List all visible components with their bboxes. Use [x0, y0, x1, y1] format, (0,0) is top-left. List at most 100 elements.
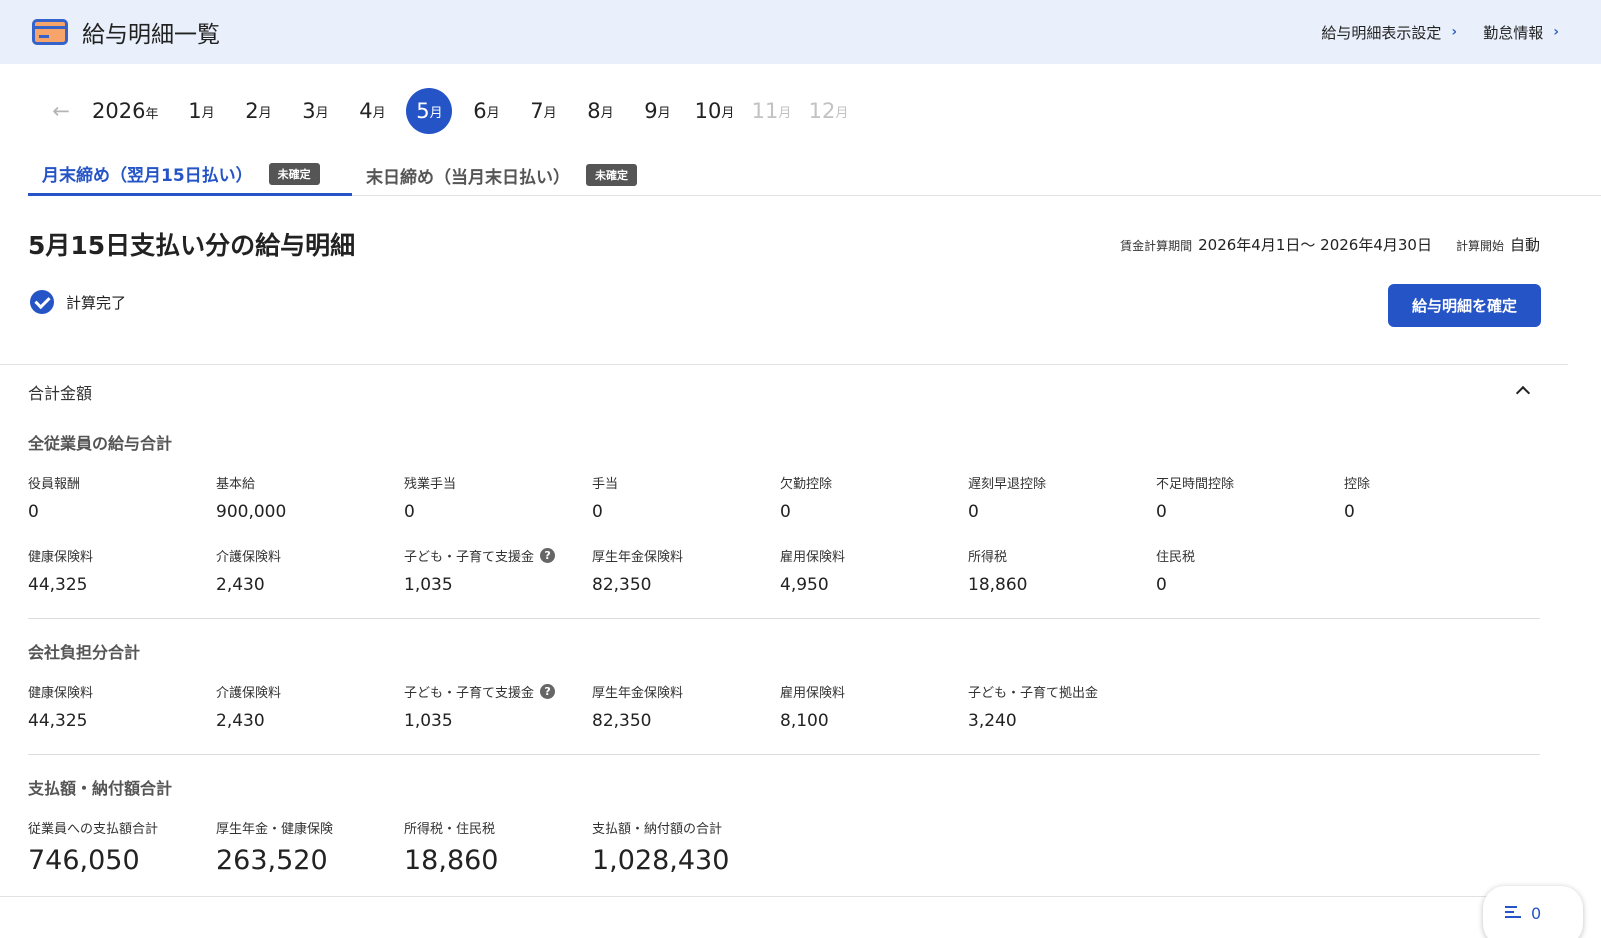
item-label-text: 厚生年金保険料: [592, 550, 684, 565]
help-icon[interactable]: ?: [540, 684, 556, 699]
month-number: 10: [694, 99, 722, 123]
item-value: 0: [404, 502, 415, 522]
month-6[interactable]: 6月: [463, 88, 509, 134]
item-label-text: 基本給: [216, 477, 256, 492]
item-value: 82,350: [592, 575, 652, 595]
item-value: 1,028,430: [592, 845, 730, 876]
item-label-text: 支払額・納付額の合計: [592, 822, 723, 837]
item-label: 厚生年金保険料: [592, 682, 778, 701]
item-label: 住民税: [1156, 546, 1342, 565]
payslip-title: 5月15日支払い分の給与明細: [28, 231, 356, 260]
total-item: 従業員への支払額合計 746,050: [28, 818, 214, 876]
total-item: 所得税・住民税 18,860: [404, 818, 590, 876]
company-totals-title: 会社負担分合計: [28, 643, 141, 662]
item-label-text: 厚生年金・健康保険: [216, 822, 334, 837]
item-label-text: 厚生年金保険料: [592, 686, 684, 701]
item-label-text: 所得税: [968, 550, 1008, 565]
month-11: 11 月: [748, 88, 794, 134]
item-value: 18,860: [404, 845, 499, 876]
item-label-text: 控除: [1344, 477, 1371, 492]
check-circle-icon: [30, 290, 54, 314]
employee-totals-title: 全従業員の給与合計: [28, 434, 173, 453]
item-label: 子ども・子育て支援金?: [404, 682, 590, 701]
period-value: 2026年4月1日〜 2026年4月30日: [1198, 236, 1432, 254]
total-item: 子ども・子育て拠出金 3,240: [968, 682, 1154, 731]
chevron-up-icon[interactable]: [1516, 384, 1530, 398]
tab-last-day-closing[interactable]: 末日締め（当月末日払い） 未確定: [352, 154, 637, 196]
month-2[interactable]: 2月: [235, 88, 281, 134]
total-item: 控除 0: [1344, 473, 1530, 522]
link-label: 給与明細表示設定: [1321, 23, 1442, 42]
item-label-text: 介護保険料: [216, 686, 282, 701]
month-1[interactable]: 1月: [178, 88, 224, 134]
month-suffix: 月: [657, 105, 671, 121]
total-item: 残業手当 0: [404, 473, 590, 522]
total-item: 基本給 900,000: [216, 473, 402, 522]
item-label: 厚生年金保険料: [592, 546, 778, 565]
total-item: 役員報酬 0: [28, 473, 214, 522]
chevron-right-icon: ›: [1553, 24, 1559, 40]
month-number: 7: [530, 99, 544, 123]
total-item: 雇用保険料 4,950: [780, 546, 966, 595]
month-suffix: 月: [201, 105, 215, 121]
help-icon[interactable]: ?: [540, 548, 556, 563]
item-label-text: 住民税: [1156, 550, 1196, 565]
month-picker: ← 2026年 1 月 2 月 3 月 4 月 5 月 6 月 7 月 8 月 9 月 10 月 11 月 12 月: [46, 88, 862, 134]
month-suffix: 月: [315, 105, 329, 121]
item-label-text: 健康保険料: [28, 550, 94, 565]
item-label: 支払額・納付額の合計: [592, 818, 778, 837]
total-item: 所得税 18,860: [968, 546, 1154, 595]
floating-list-button[interactable]: 0: [1483, 886, 1583, 938]
item-label-text: 手当: [592, 477, 619, 492]
tab-month-end-closing[interactable]: 月末締め（翌月15日払い） 未確定: [28, 154, 352, 196]
status-badge: 未確定: [586, 164, 637, 186]
attendance-info-link[interactable]: 勤怠情報 ›: [1483, 22, 1559, 43]
item-value: 0: [968, 502, 979, 522]
month-7[interactable]: 7月: [520, 88, 566, 134]
month-suffix: 月: [486, 105, 500, 121]
month-5[interactable]: 5月: [406, 88, 453, 134]
confirm-payslip-button[interactable]: 給与明細を確定: [1388, 284, 1541, 327]
payslip-card-icon: [32, 19, 68, 45]
month-suffix: 月: [835, 105, 849, 121]
year-value: 2026: [92, 99, 146, 123]
item-label-text: 従業員への支払額合計: [28, 822, 159, 837]
item-value: 0: [28, 502, 39, 522]
total-item: 手当 0: [592, 473, 778, 522]
item-label-text: 子ども・子育て支援金: [404, 686, 535, 701]
item-label-text: 不足時間控除: [1156, 477, 1235, 492]
month-suffix: 月: [721, 105, 735, 121]
month-8[interactable]: 8月: [577, 88, 623, 134]
payslip-display-settings-link[interactable]: 給与明細表示設定 ›: [1321, 22, 1457, 43]
item-value: 263,520: [216, 845, 328, 876]
app-header: 給与明細一覧 給与明細表示設定 › 勤怠情報 ›: [0, 0, 1601, 64]
item-value: 18,860: [968, 575, 1028, 595]
item-label: 厚生年金・健康保険: [216, 818, 402, 837]
month-suffix: 月: [372, 105, 386, 121]
month-suffix: 月: [778, 105, 792, 121]
month-4[interactable]: 4月: [349, 88, 395, 134]
month-9[interactable]: 9月: [634, 88, 680, 134]
item-label: 手当: [592, 473, 778, 492]
item-label-text: 健康保険料: [28, 686, 94, 701]
month-3[interactable]: 3月: [292, 88, 338, 134]
total-item: 不足時間控除 0: [1156, 473, 1342, 522]
month-suffix: 月: [258, 105, 272, 121]
year-suffix: 年: [145, 107, 159, 122]
item-label: 不足時間控除: [1156, 473, 1342, 492]
item-value: 44,325: [28, 711, 88, 731]
month-suffix: 月: [429, 105, 443, 121]
header-links: 給与明細表示設定 › 勤怠情報 ›: [1321, 22, 1569, 43]
item-label: 雇用保険料: [780, 546, 966, 565]
total-item: 健康保険料 44,325: [28, 682, 214, 731]
month-number: 5: [416, 99, 430, 123]
total-item: 介護保険料 2,430: [216, 682, 402, 731]
month-10[interactable]: 10 月: [691, 88, 737, 134]
item-label: 介護保険料: [216, 546, 402, 565]
section-divider: [0, 364, 1568, 365]
item-label: 雇用保険料: [780, 682, 966, 701]
item-value: 44,325: [28, 575, 88, 595]
item-value: 0: [1156, 575, 1167, 595]
previous-year-arrow-icon[interactable]: ←: [46, 99, 76, 123]
month-12: 12 月: [805, 88, 851, 134]
